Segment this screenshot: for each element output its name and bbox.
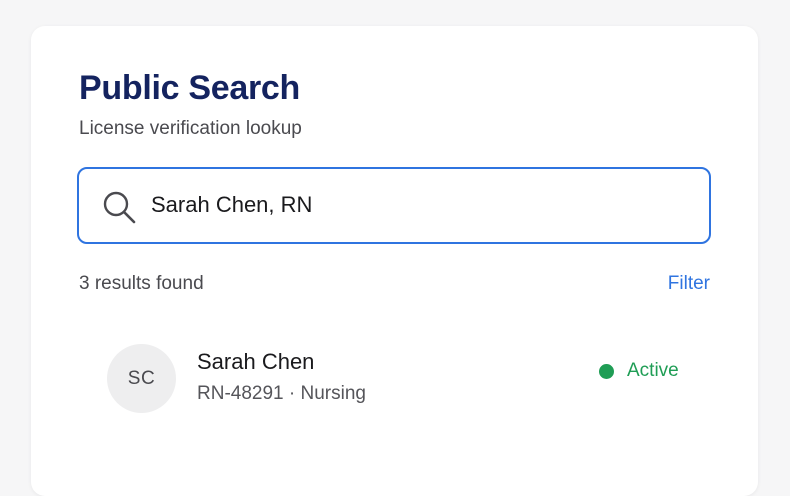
filter-link[interactable]: Filter — [668, 272, 710, 296]
search-input[interactable] — [151, 185, 691, 225]
result-name[interactable]: Sarah Chen — [197, 348, 314, 376]
status-dot-icon — [599, 363, 614, 379]
result-meta: RN-48291 · Nursing — [197, 383, 366, 404]
page-title: Public Search — [79, 69, 300, 107]
results-count: 3 results found — [79, 273, 204, 294]
search-box[interactable] — [77, 167, 711, 244]
search-card: Public Search License verification looku… — [31, 26, 758, 496]
search-icon — [103, 191, 136, 224]
page-subtitle: License verification lookup — [79, 118, 302, 139]
status-badge: Active — [599, 359, 679, 383]
avatar: SC — [107, 344, 176, 413]
status-text: Active — [627, 360, 679, 381]
result-row[interactable]: SC Sarah Chen RN-48291 · Nursing Active — [79, 326, 709, 436]
